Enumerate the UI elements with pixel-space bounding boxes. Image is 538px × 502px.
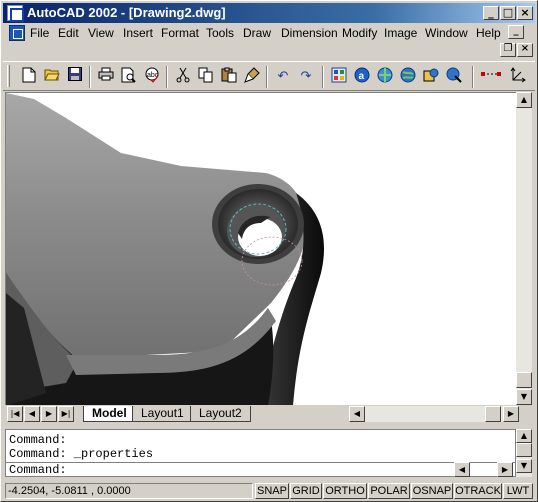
tab-layout1[interactable]: Layout1	[132, 406, 193, 422]
otrack-toggle[interactable]: OTRACK	[454, 483, 502, 499]
osnap-toggle[interactable]: OSNAP	[411, 483, 453, 499]
command-scroll-up-icon[interactable]: ▲	[516, 429, 532, 443]
menu-view[interactable]: View	[88, 26, 114, 40]
standard-toolbar: abc ↶ ↷ a	[3, 61, 535, 91]
toolbar-separator	[266, 66, 268, 88]
snap-toggle[interactable]: SNAP	[255, 483, 289, 499]
cut-icon[interactable]	[173, 67, 193, 87]
first-tab-icon[interactable]: |◀	[7, 406, 23, 422]
autocad-today-icon[interactable]: a	[352, 67, 372, 87]
svg-text:a: a	[359, 71, 365, 82]
scroll-left-icon[interactable]: ◀	[349, 406, 365, 422]
close-button[interactable]: ×	[517, 6, 533, 20]
minimize-button[interactable]: _	[483, 6, 499, 20]
title-bar[interactable]: AutoCAD 2002 - [Drawing2.dwg] _ □ ×	[3, 3, 535, 23]
vertical-scrollbar[interactable]: ▲ ▼	[516, 92, 532, 405]
command-history-line: Command: _properties	[9, 447, 154, 461]
menu-window[interactable]: Window	[425, 26, 468, 40]
window-title: AutoCAD 2002 - [Drawing2.dwg]	[27, 5, 226, 20]
autocad-app-icon[interactable]	[7, 5, 24, 22]
autocad-window: AutoCAD 2002 - [Drawing2.dwg] _ □ × File…	[0, 0, 538, 502]
menu-edit[interactable]: Edit	[58, 26, 79, 40]
next-tab-icon[interactable]: ▶	[41, 406, 57, 422]
menu-format[interactable]: Format	[161, 26, 199, 40]
publish-to-web-icon[interactable]	[398, 67, 418, 87]
undo-icon[interactable]: ↶	[273, 67, 293, 87]
menu-image[interactable]: Image	[384, 26, 417, 40]
menu-file[interactable]: File	[30, 26, 49, 40]
horizontal-scroll-thumb[interactable]	[485, 406, 501, 422]
toolbar-separator	[472, 66, 474, 88]
command-vertical-scrollbar[interactable]: ▲ ▼	[516, 429, 532, 477]
drawing-area[interactable]	[5, 92, 516, 405]
status-bar: -4.2504, -5.0811 , 0.0000 SNAP GRID ORTH…	[3, 482, 535, 500]
menu-help[interactable]: Help	[476, 26, 501, 40]
cad-standards-icon[interactable]	[329, 67, 349, 87]
menu-bar: File Edit View Insert Format Tools Draw …	[3, 23, 535, 57]
toolbar-separator	[89, 66, 91, 88]
document-menu-icon[interactable]	[9, 25, 25, 41]
spell-check-icon[interactable]: abc	[142, 67, 162, 87]
previous-tab-icon[interactable]: ◀	[24, 406, 40, 422]
command-input[interactable]: Command: ◀ ▶	[6, 462, 515, 477]
command-scroll-left-icon[interactable]: ◀	[454, 462, 470, 477]
tracking-icon[interactable]	[444, 67, 464, 87]
scroll-right-icon[interactable]: ▶	[503, 406, 519, 422]
toolbar-separator	[322, 66, 324, 88]
scroll-down-icon[interactable]: ▼	[516, 389, 532, 405]
command-history-line: Command:	[9, 433, 67, 447]
document-close-button[interactable]: ×	[517, 43, 533, 57]
maximize-button[interactable]: □	[500, 6, 516, 20]
copy-icon[interactable]	[196, 67, 216, 87]
lwt-toggle[interactable]: LWT	[503, 483, 533, 499]
command-prompt: Command:	[9, 463, 67, 477]
meet-now-icon[interactable]	[375, 67, 395, 87]
new-icon[interactable]	[19, 67, 39, 87]
toolbar-grip[interactable]	[7, 65, 10, 87]
command-scroll-right-icon[interactable]: ▶	[497, 462, 513, 477]
match-properties-icon[interactable]	[242, 67, 262, 87]
open-icon[interactable]	[42, 67, 62, 87]
scroll-up-icon[interactable]: ▲	[516, 92, 532, 108]
paste-icon[interactable]	[219, 67, 239, 87]
ortho-toggle[interactable]: ORTHO	[323, 483, 367, 499]
command-scroll-down-icon[interactable]: ▼	[516, 459, 532, 473]
layout-tab-bar: |◀ ◀ ▶ ▶| Model Layout1 Layout2 ◀ ▶	[5, 405, 532, 423]
coordinate-display[interactable]: -4.2504, -5.0811 , 0.0000	[5, 483, 253, 499]
print-icon[interactable]	[96, 67, 116, 87]
last-tab-icon[interactable]: ▶|	[58, 406, 74, 422]
3d-model-render	[6, 93, 324, 405]
etransmit-icon[interactable]	[421, 67, 441, 87]
menu-insert[interactable]: Insert	[123, 26, 153, 40]
vertical-scroll-thumb[interactable]	[516, 372, 532, 388]
command-window: Command: Command: _properties Command: ◀…	[5, 429, 516, 477]
command-scroll-thumb[interactable]	[516, 443, 532, 457]
menu-modify[interactable]: Modify	[342, 26, 377, 40]
polar-toggle[interactable]: POLAR	[368, 483, 410, 499]
tab-model[interactable]: Model	[83, 406, 136, 422]
grid-toggle[interactable]: GRID	[290, 483, 322, 499]
toolbar-separator	[166, 66, 168, 88]
document-restore-button[interactable]: ❐	[500, 43, 516, 57]
distance-icon[interactable]	[481, 67, 501, 87]
redo-icon[interactable]: ↷	[296, 67, 316, 87]
tab-layout2[interactable]: Layout2	[190, 406, 251, 422]
menu-draw[interactable]: Draw	[243, 26, 271, 40]
document-minimize-button[interactable]: _	[508, 25, 524, 39]
ucs-icon[interactable]	[508, 67, 528, 87]
print-preview-icon[interactable]	[119, 67, 139, 87]
save-icon[interactable]	[65, 67, 85, 87]
horizontal-scrollbar[interactable]: ◀ ▶	[349, 406, 519, 422]
menu-tools[interactable]: Tools	[206, 26, 234, 40]
menu-dimension[interactable]: Dimension	[281, 26, 338, 40]
